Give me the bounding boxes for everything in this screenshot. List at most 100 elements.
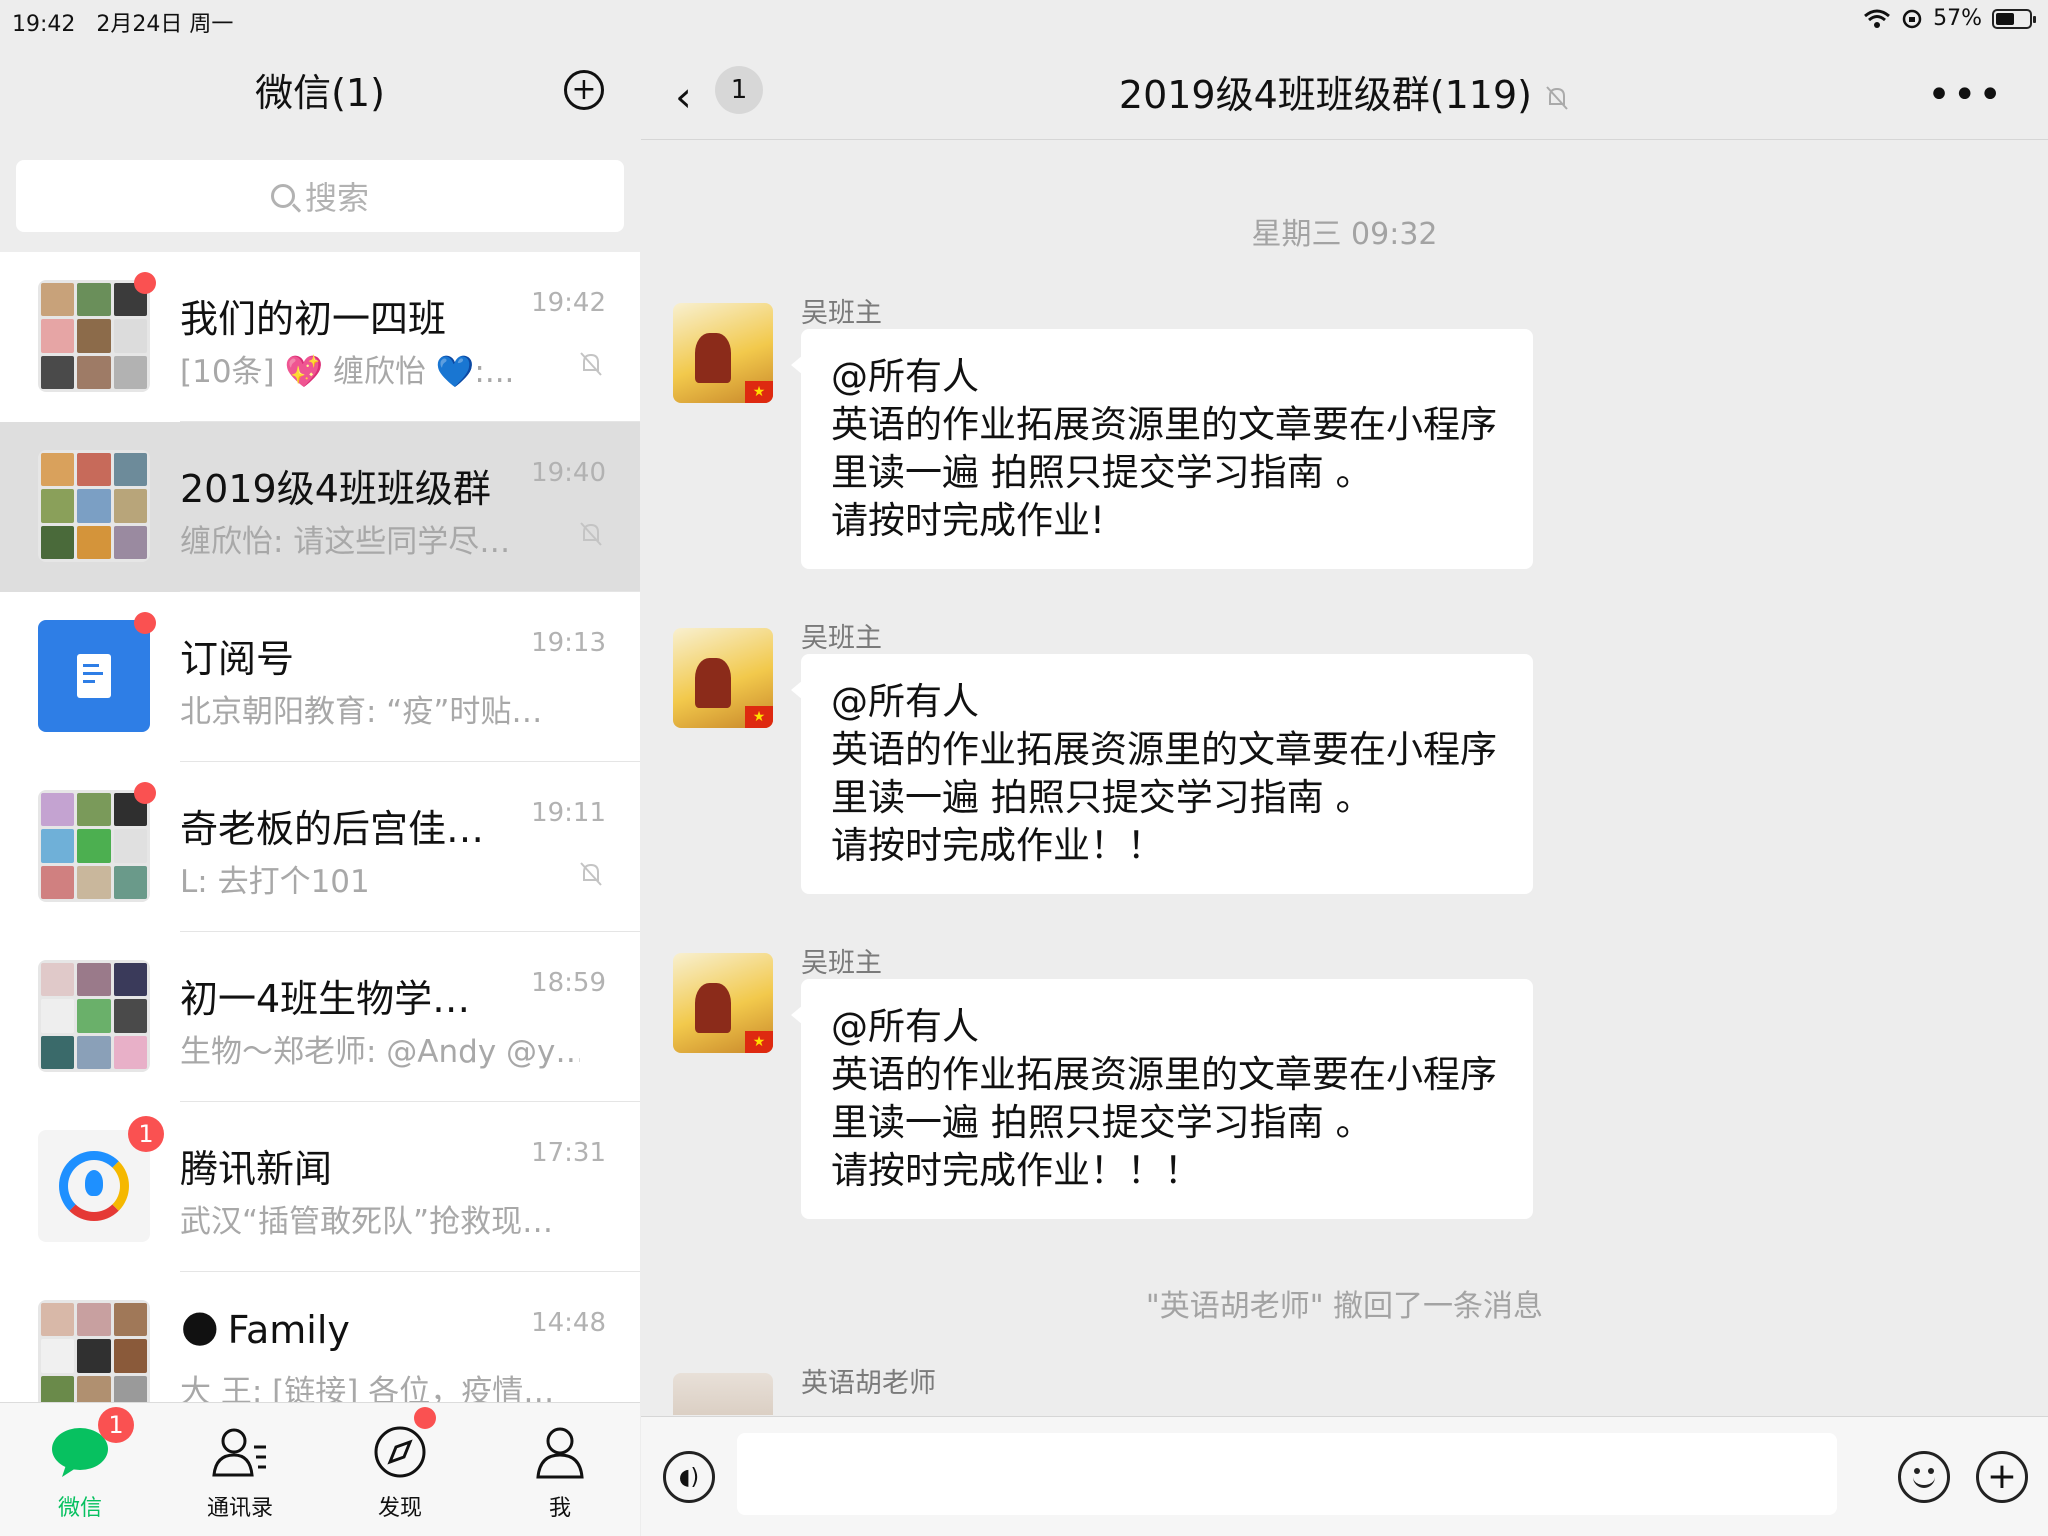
- voice-input-icon[interactable]: ◖): [663, 1451, 715, 1503]
- conversation-name: 奇老板的后宫佳…: [180, 807, 485, 851]
- mute-bell-icon: [580, 352, 602, 376]
- wifi-icon: [1864, 9, 1891, 28]
- conversation-item[interactable]: 我们的初一四班 19:42 [10条] 💖 缠欣怡 💙:...: [0, 252, 640, 422]
- contacts-icon: [210, 1424, 270, 1480]
- tab-compass[interactable]: 发现: [320, 1403, 480, 1536]
- conversation-time: 14:48: [531, 1308, 606, 1338]
- conversation-time: 19:42: [531, 288, 606, 318]
- message-bubble[interactable]: @所有人 英语的作业拓展资源里的文章要在小程序里读一遍 拍照只提交学习指南 。 …: [791, 979, 1533, 1219]
- search-placeholder: 搜索: [304, 179, 369, 217]
- group-avatar: [38, 280, 150, 392]
- conversation-item[interactable]: 初一4班生物学… 18:59 生物～郑老师: @Andy @y…: [0, 932, 640, 1102]
- unread-dot: [134, 782, 156, 804]
- recall-notice: "英语胡老师" 撤回了一条消息: [1145, 1289, 1544, 1324]
- tab-bar: 1 微信 通讯录 发现 我: [0, 1402, 640, 1536]
- tab-label: 微信: [57, 1496, 102, 1521]
- chat-pane: ‹ 1 2019级4班班级群(119) ••• 星期三 09:32 ★ 吴班主 …: [641, 0, 2048, 1536]
- conversation-preview: 缠欣怡: 请这些同学尽…: [180, 524, 511, 560]
- conversation-name: 🌑 Family: [180, 1308, 350, 1352]
- conversation-preview: 生物～郑老师: @Andy @y…: [180, 1034, 580, 1070]
- conversation-item[interactable]: 2019级4班班级群 19:40 缠欣怡: 请这些同学尽…: [0, 422, 640, 592]
- china-flag-icon: ★: [745, 381, 773, 403]
- message-bubble[interactable]: @所有人 英语的作业拓展资源里的文章要在小程序里读一遍 拍照只提交学习指南 。 …: [791, 329, 1533, 569]
- conversation-item[interactable]: 订阅号 19:13 北京朝阳教育: “疫”时贴…: [0, 592, 640, 762]
- subscription-icon: [38, 620, 150, 732]
- conversation-preview: 武汉“插管敢死队”抢救现…: [180, 1204, 554, 1240]
- sender-name: 吴班主: [801, 623, 882, 654]
- conversation-time: 18:59: [531, 968, 606, 998]
- conversation-preview: 大 王: [链接] 各位，疫情…: [180, 1374, 555, 1402]
- message-bubble[interactable]: @所有人 英语的作业拓展资源里的文章要在小程序里读一遍 拍照只提交学习指南 。 …: [791, 654, 1533, 894]
- conversation-item[interactable]: 🌑 Family 14:48 大 王: [链接] 各位，疫情…: [0, 1272, 640, 1402]
- conversation-time: 19:11: [531, 798, 606, 828]
- sender-name: 吴班主: [801, 948, 882, 979]
- unread-dot: [134, 272, 156, 294]
- tab-contacts[interactable]: 通讯录: [160, 1403, 320, 1536]
- plus-icon: +: [571, 72, 597, 107]
- conversation-preview: [10条] 💖 缠欣怡 💙:...: [180, 354, 515, 390]
- tab-chat-bubble[interactable]: 1 微信: [0, 1403, 160, 1536]
- tab-label: 我: [548, 1496, 571, 1521]
- conversation-item[interactable]: 1 腾讯新闻 17:31 武汉“插管敢死队”抢救现…: [0, 1102, 640, 1272]
- sender-avatar[interactable]: ★: [673, 953, 773, 1053]
- status-time: 19:42: [12, 12, 76, 37]
- conversation-name: 我们的初一四班: [180, 297, 447, 341]
- tab-unread-dot: [414, 1407, 436, 1429]
- add-button[interactable]: +: [564, 70, 604, 110]
- sender-avatar[interactable]: [673, 1373, 773, 1415]
- conversation-time: 17:31: [531, 1138, 606, 1168]
- emoji-icon[interactable]: [1898, 1451, 1950, 1503]
- status-date: 2月24日 周一: [96, 12, 234, 37]
- sender-name: 英语胡老师: [801, 1368, 936, 1399]
- tab-person[interactable]: 我: [480, 1403, 640, 1536]
- message-area: 星期三 09:32 ★ 吴班主 @所有人 英语的作业拓展资源里的文章要在小程序里…: [641, 141, 2048, 1415]
- tab-label: 通讯录: [206, 1496, 273, 1521]
- chat-title: 2019级4班班级群(119): [641, 64, 2048, 119]
- status-bar: 19:42 2月24日 周一 57%: [0, 0, 2048, 40]
- status-right: 57%: [1863, 6, 2036, 31]
- orientation-lock-icon: [1902, 9, 1922, 28]
- conversation-time: 19:13: [531, 628, 606, 658]
- conversation-list: 我们的初一四班 19:42 [10条] 💖 缠欣怡 💙:... 2019级4班班…: [0, 252, 640, 1402]
- sender-name: 吴班主: [801, 298, 882, 329]
- battery-fill: [1996, 12, 2015, 25]
- input-bar: ◖) +: [641, 1416, 2048, 1536]
- group-avatar: [38, 790, 150, 902]
- person-icon: [530, 1424, 590, 1480]
- conversation-emoji: 🌑: [180, 1308, 220, 1352]
- mute-bell-icon: [580, 522, 602, 546]
- app-title: 微信(1): [255, 71, 385, 115]
- tab-unread-badge: 1: [98, 1407, 134, 1443]
- compass-icon: [370, 1424, 430, 1480]
- message-timestamp: 星期三 09:32: [1251, 217, 1438, 252]
- conversation-name: 2019级4班班级群: [180, 467, 491, 511]
- conversation-preview: L: 去打个101: [180, 864, 370, 900]
- battery-icon: [1992, 8, 2036, 29]
- status-left: 19:42 2月24日 周一: [12, 6, 233, 38]
- more-functions-plus-icon[interactable]: +: [1976, 1451, 2028, 1503]
- conversation-time: 19:40: [531, 458, 606, 488]
- battery-percent: 57%: [1933, 6, 1982, 31]
- tab-label: 发现: [377, 1496, 422, 1521]
- unread-dot: [134, 612, 156, 634]
- message-input[interactable]: [737, 1433, 1837, 1515]
- conversation-name: 腾讯新闻: [180, 1147, 333, 1191]
- chat-title-text: 2019级4班班级群(119): [1118, 73, 1532, 117]
- china-flag-icon: ★: [745, 706, 773, 728]
- group-avatar: [38, 450, 150, 562]
- search-icon: [270, 184, 295, 208]
- sender-avatar[interactable]: ★: [673, 303, 773, 403]
- group-avatar: [38, 960, 150, 1072]
- conversation-name: 订阅号: [180, 637, 295, 681]
- mute-bell-icon: [1546, 85, 1568, 110]
- china-flag-icon: ★: [745, 1031, 773, 1053]
- conversation-preview: 北京朝阳教育: “疫”时贴…: [180, 694, 543, 730]
- conversation-name: 初一4班生物学…: [180, 977, 471, 1021]
- sender-avatar[interactable]: ★: [673, 628, 773, 728]
- unread-badge: 1: [128, 1116, 164, 1152]
- conversation-pane: 微信(1) + 搜索 我们的初一四班 19:42 [10条] 💖 缠欣怡 💙:.…: [0, 0, 640, 1536]
- more-options-icon[interactable]: •••: [1927, 72, 2004, 118]
- conversation-item[interactable]: 奇老板的后宫佳… 19:11 L: 去打个101: [0, 762, 640, 932]
- mute-bell-icon: [580, 862, 602, 886]
- search-bar[interactable]: 搜索: [16, 160, 624, 232]
